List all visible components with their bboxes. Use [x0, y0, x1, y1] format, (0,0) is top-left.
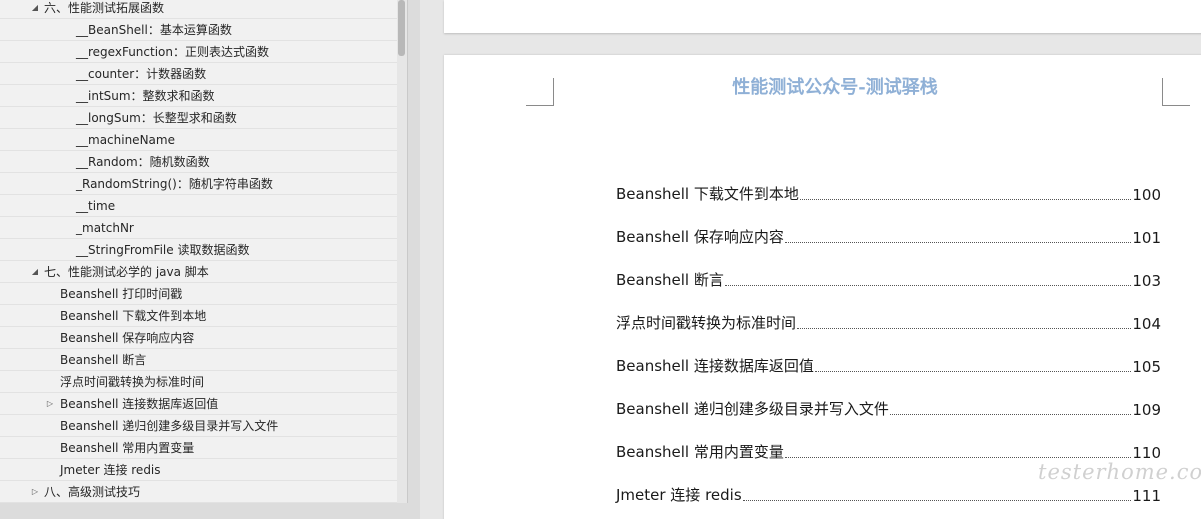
- nav-heading-label: __BeanShell：基本运算函数: [76, 23, 232, 37]
- nav-heading-item[interactable]: ◢ 六、性能测试拓展函数: [0, 0, 397, 19]
- nav-heading-item[interactable]: ▷ 八、高级测试技巧: [0, 481, 397, 503]
- nav-heading-item[interactable]: __regexFunction：正则表达式函数: [0, 41, 397, 63]
- nav-heading-item[interactable]: __StringFromFile 读取数据函数: [0, 239, 397, 261]
- toc-dot-leader: [799, 199, 1132, 200]
- nav-heading-item[interactable]: __longSum：长整型求和函数: [0, 107, 397, 129]
- nav-heading-item[interactable]: Beanshell 打印时间戳: [0, 283, 397, 305]
- nav-heading-item[interactable]: _RandomString()：随机字符串函数: [0, 173, 397, 195]
- nav-heading-label: __intSum：整数求和函数: [76, 89, 215, 103]
- toc-entry[interactable]: Beanshell 连接数据库返回值 105: [616, 354, 1161, 376]
- nav-heading-label: __Random：随机数函数: [76, 155, 210, 169]
- nav-heading-label: _RandomString()：随机字符串函数: [76, 177, 273, 191]
- nav-heading-item[interactable]: __intSum：整数求和函数: [0, 85, 397, 107]
- nav-heading-item[interactable]: Beanshell 断言: [0, 349, 397, 371]
- nav-heading-item[interactable]: __Random：随机数函数: [0, 151, 397, 173]
- nav-heading-label: __longSum：长整型求和函数: [76, 111, 237, 125]
- nav-heading-item[interactable]: __machineName: [0, 129, 397, 151]
- page-header: 性能测试公众号-测试驿栈: [732, 77, 938, 98]
- expanded-triangle-icon[interactable]: ◢: [30, 0, 40, 19]
- nav-pane-footer: [0, 503, 408, 519]
- nav-scrollbar[interactable]: [397, 0, 407, 503]
- toc-page-number: 109: [1132, 401, 1161, 419]
- nav-heading-label: __counter：计数器函数: [76, 67, 207, 81]
- nav-heading-item[interactable]: ▷ Beanshell 连接数据库返回值: [0, 393, 397, 415]
- nav-heading-item[interactable]: __BeanShell：基本运算函数: [0, 19, 397, 41]
- nav-heading-item[interactable]: _matchNr: [0, 217, 397, 239]
- nav-heading-label: __StringFromFile 读取数据函数: [76, 243, 250, 257]
- nav-heading-label: Jmeter 连接 redis: [60, 463, 161, 477]
- nav-heading-label: __machineName: [76, 133, 175, 147]
- toc-entry-title: Beanshell 连接数据库返回值: [616, 357, 814, 375]
- pane-splitter[interactable]: [408, 0, 420, 519]
- toc-entry[interactable]: Beanshell 常用内置变量 110: [616, 440, 1161, 462]
- navigation-pane: ◢ 六、性能测试拓展函数 __BeanShell：基本运算函数 __regexFunc…: [0, 0, 408, 503]
- nav-heading-item[interactable]: __counter：计数器函数: [0, 63, 397, 85]
- toc-entry[interactable]: Beanshell 递归创建多级目录并写入文件 109: [616, 397, 1161, 419]
- nav-heading-label: Beanshell 下载文件到本地: [60, 309, 207, 323]
- toc-entry[interactable]: Beanshell 保存响应内容 101: [616, 225, 1161, 247]
- toc-dot-leader: [784, 242, 1132, 243]
- toc-page-number: 111: [1132, 487, 1161, 505]
- nav-heading-label: Beanshell 递归创建多级目录并写入文件: [60, 419, 279, 433]
- collapsed-triangle-icon[interactable]: ▷: [30, 481, 40, 503]
- toc-entry[interactable]: 浮点时间戳转换为标准时间 104: [616, 311, 1161, 333]
- toc-dot-leader: [784, 457, 1132, 458]
- toc-entry-title: 浮点时间戳转换为标准时间: [616, 314, 797, 332]
- nav-heading-label: __regexFunction：正则表达式函数: [76, 45, 269, 59]
- toc-page-number: 103: [1132, 272, 1161, 290]
- nav-heading-item[interactable]: Beanshell 常用内置变量: [0, 437, 397, 459]
- expanded-triangle-icon[interactable]: ◢: [30, 261, 40, 283]
- nav-heading-label: Beanshell 打印时间戳: [60, 287, 183, 301]
- toc-entry-title: Beanshell 保存响应内容: [616, 228, 784, 246]
- nav-heading-label: Beanshell 常用内置变量: [60, 441, 195, 455]
- toc-entry-title: Beanshell 下载文件到本地: [616, 185, 799, 203]
- watermark: testerhome.com: [1038, 460, 1201, 484]
- nav-heading-item[interactable]: Jmeter 连接 redis: [0, 459, 397, 481]
- nav-heading-item[interactable]: Beanshell 下载文件到本地: [0, 305, 397, 327]
- nav-heading-item[interactable]: Beanshell 递归创建多级目录并写入文件: [0, 415, 397, 437]
- toc-page-number: 104: [1132, 315, 1161, 333]
- toc-entry[interactable]: Beanshell 断言 103: [616, 268, 1161, 290]
- collapsed-triangle-icon[interactable]: ▷: [45, 393, 55, 415]
- document-area: 性能测试公众号-测试驿栈 Beanshell 下载文件到本地 100 Beanshe…: [420, 0, 1201, 519]
- nav-heading-label: __time: [76, 199, 116, 213]
- toc-page-number: 105: [1132, 358, 1161, 376]
- nav-heading-label: 七、性能测试必学的 java 脚本: [44, 265, 209, 279]
- nav-heading-item[interactable]: __time: [0, 195, 397, 217]
- toc-page-number: 100: [1132, 186, 1161, 204]
- toc-entry[interactable]: Beanshell 下载文件到本地 100: [616, 182, 1161, 204]
- nav-heading-label: Beanshell 连接数据库返回值: [60, 397, 219, 411]
- toc-entry[interactable]: Jmeter 连接 redis 111: [616, 483, 1161, 505]
- nav-heading-item[interactable]: 浮点时间戳转换为标准时间: [0, 371, 397, 393]
- toc-dot-leader: [742, 500, 1132, 501]
- nav-heading-label: 八、高级测试技巧: [44, 485, 141, 499]
- toc-page-number: 101: [1132, 229, 1161, 247]
- toc-entry-title: Beanshell 递归创建多级目录并写入文件: [616, 400, 889, 418]
- nav-heading-label: 六、性能测试拓展函数: [44, 1, 165, 15]
- toc-entry-title: Beanshell 常用内置变量: [616, 443, 784, 461]
- toc-dot-leader: [814, 371, 1132, 372]
- nav-heading-item[interactable]: ◢ 七、性能测试必学的 java 脚本: [0, 261, 397, 283]
- toc-dot-leader: [889, 414, 1132, 415]
- toc-entry-title: Jmeter 连接 redis: [616, 486, 742, 504]
- toc-dot-leader: [724, 285, 1132, 286]
- toc-entry-title: Beanshell 断言: [616, 271, 724, 289]
- nav-heading-label: 浮点时间戳转换为标准时间: [60, 375, 205, 389]
- nav-heading-label: Beanshell 断言: [60, 353, 147, 367]
- nav-heading-label: Beanshell 保存响应内容: [60, 331, 195, 345]
- nav-heading-item[interactable]: Beanshell 保存响应内容: [0, 327, 397, 349]
- nav-heading-label: _matchNr: [76, 221, 134, 235]
- previous-page: [444, 0, 1201, 33]
- toc-dot-leader: [797, 328, 1132, 329]
- nav-scrollbar-thumb[interactable]: [398, 0, 405, 56]
